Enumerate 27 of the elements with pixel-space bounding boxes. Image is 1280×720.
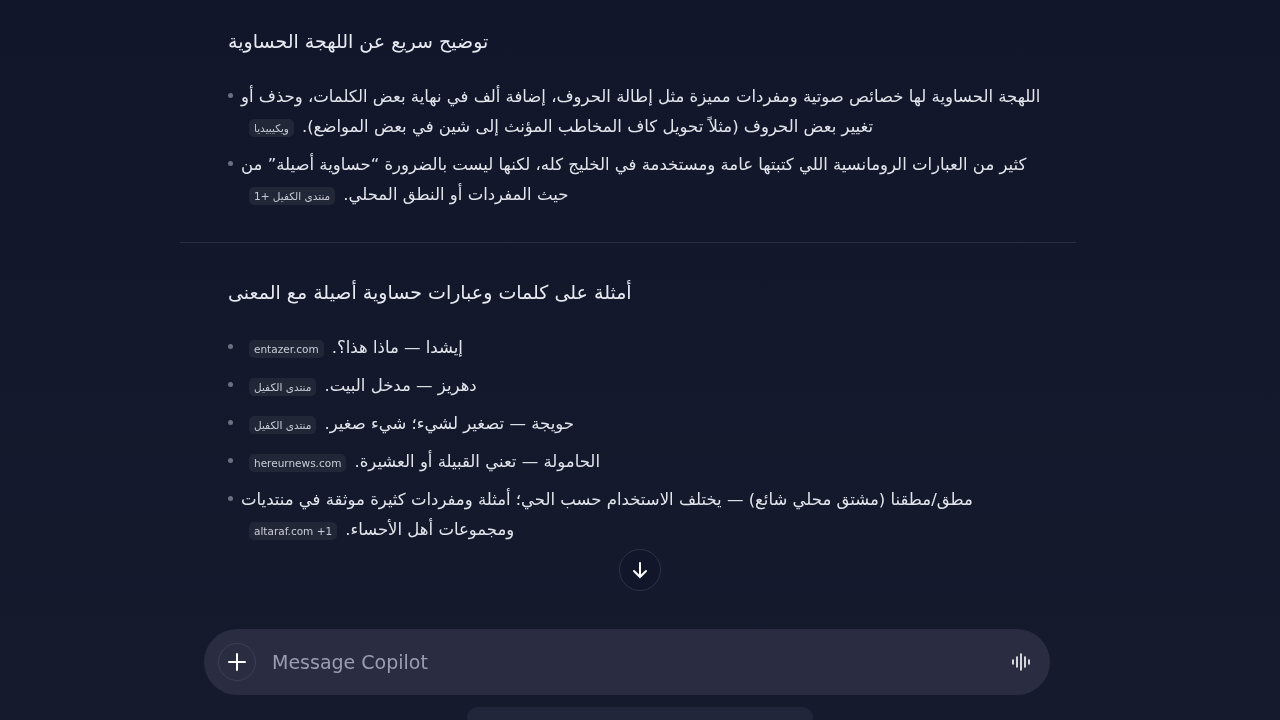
arrow-down-icon: [630, 560, 650, 580]
list-item-text: حويجة — تصغير لشيء؛ شيء صغير. منتدى الكفيل: [241, 409, 1046, 439]
plus-icon: [227, 652, 247, 672]
list-item-text: دهريز — مدخل البيت. منتدى الكفيل: [241, 371, 1046, 401]
voice-button[interactable]: [1010, 651, 1032, 673]
bullet-icon: [228, 93, 233, 98]
list-item-text: كثير من العبارات الرومانسية اللي كتبتها عامة ومستخدمة في الخليج كله، لكنها ليست بالضرورة “حساوية أصيلة” من حيث المفردات أو النطق المحلي. منتدى الكفيل +1: [241, 152, 1028, 207]
bullet-icon: [228, 161, 233, 166]
citation-link[interactable]: ويكيبيديا: [249, 118, 294, 137]
citation-link[interactable]: altaraf.com +1: [249, 521, 338, 540]
citation-link[interactable]: entazer.com: [249, 339, 324, 358]
citation-link[interactable]: منتدى الكفيل +1: [249, 186, 336, 205]
citation-link[interactable]: منتدى الكفيل: [249, 377, 317, 396]
message-input[interactable]: Message Copilot: [270, 650, 996, 674]
bullet-icon: [228, 344, 233, 349]
bullet-icon: [228, 496, 233, 501]
bullet-icon: [228, 382, 233, 387]
citation-link[interactable]: hereurnews.com: [249, 453, 347, 472]
scroll-down-button[interactable]: [619, 549, 661, 591]
sound-wave-icon: [1010, 651, 1032, 673]
citation-link[interactable]: منتدى الكفيل: [249, 415, 317, 434]
section-heading: أمثلة على كلمات وعبارات حساوية أصيلة مع المعنى: [228, 281, 633, 303]
list-item-text: اللهجة الحساوية لها خصائص صوتية ومفردات مميزة مثل إطالة الحروف، إضافة ألف في نهاية بعض الكلمات، وحذف أو تغيير بعض الحروف (مثلاً تحويل كاف المخاطب المؤنث إلى شين في بعض المواضع). ويكيبيديا: [241, 84, 1042, 139]
section-heading: توضيح سريع عن اللهجة الحساوية: [228, 30, 490, 52]
bullet-icon: [228, 458, 233, 463]
message-field[interactable]: Message Copilot: [204, 629, 1050, 695]
bullet-icon: [228, 420, 233, 425]
